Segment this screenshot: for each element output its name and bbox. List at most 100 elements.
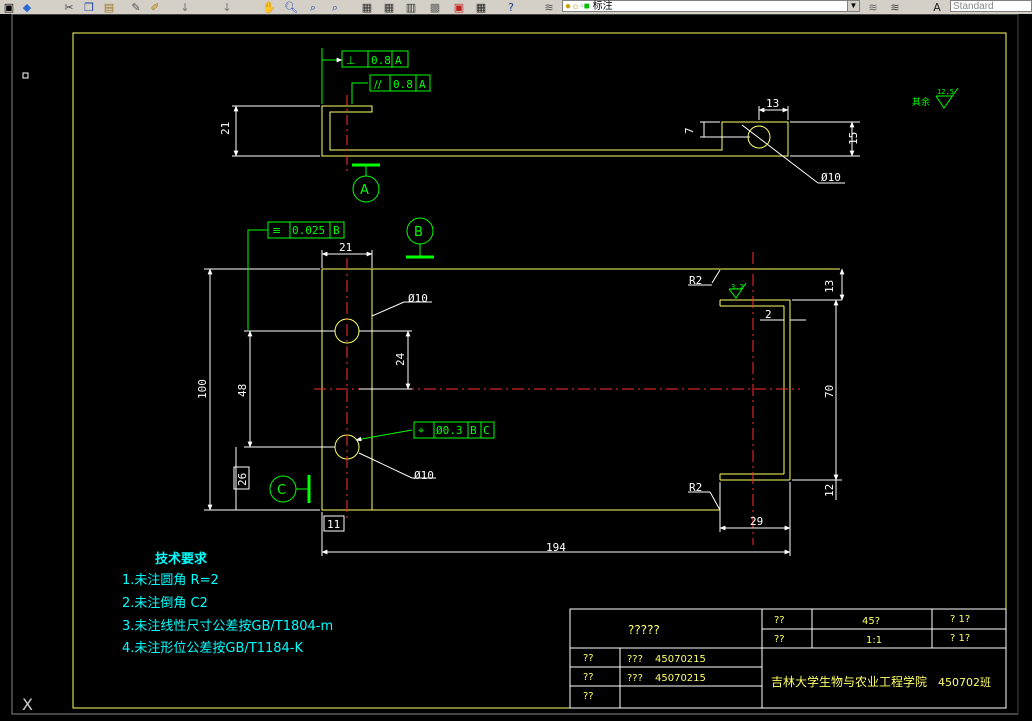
zoom-previous-icon[interactable]: ⌕ (326, 0, 344, 14)
note-line-2: 2.未注倒角 C2 (122, 596, 208, 611)
tb-r2-value: 1:1 (866, 635, 882, 646)
chevron-down-icon[interactable]: ▼ (847, 1, 859, 11)
tol-pos-datum1: B (470, 424, 477, 437)
tb-row-c-label: ?? (583, 691, 594, 702)
layer-previous-icon[interactable]: ≋ (886, 0, 904, 14)
dim-hole-top-text: Ø10 (408, 292, 428, 305)
tb-part-name: ????? (628, 623, 660, 637)
tool-palettes-icon[interactable]: ▥ (402, 0, 420, 14)
tb-r1-label: ?? (774, 615, 785, 626)
tol1-datum: A (395, 54, 402, 67)
front-centerlines (314, 252, 800, 545)
top-view-dims (232, 105, 860, 184)
top-view (321, 105, 789, 157)
hole-dia-text: Ø10 (821, 171, 841, 184)
markup-icon[interactable]: ▣ (450, 0, 468, 14)
undo-icon[interactable]: ↓ (176, 0, 194, 14)
ucs-icon: X (22, 695, 33, 714)
open-icon[interactable]: ◆ (18, 0, 36, 14)
dim-hole-bottom-text: Ø10 (414, 469, 434, 482)
r-bottom-text: R2 (689, 481, 702, 494)
note-line-3: 3.未注线性尺寸公差按GB/T1804-m (122, 619, 333, 634)
drawing-canvas[interactable]: X 21 7 13 15 Ø10 ⊥ 0.8 A // 0.8 A A 其余 1… (0, 14, 1032, 721)
standard-toolbar: ▣ ◆ ✂ ❐ ▤ ✎ ✐ ↓ ↓ ✋ 🔍︎ ⌕ ⌕ ▦ ▦ ▥ ▩ ▣ ▦ ?… (0, 0, 1032, 15)
zoom-window-icon[interactable]: ⌕ (304, 0, 322, 14)
top-view-hole (747, 125, 771, 149)
dim-hole-offset-text: 7 (683, 127, 696, 134)
tol2-value: 0.8 (393, 78, 413, 91)
tb-r1-right: ? 1? (950, 614, 970, 625)
tb-row-a-name: ??? (627, 654, 643, 665)
sheet-set-icon[interactable]: ▩ (426, 0, 444, 14)
dim-194-text: 194 (546, 541, 566, 554)
match-properties-icon[interactable]: ✎ (127, 0, 145, 14)
tol-sym-value: 0.025 (292, 224, 325, 237)
pan-icon[interactable]: ✋ (260, 0, 278, 14)
dim-12-text: 12 (823, 484, 836, 497)
roughness-label: 其余 (912, 96, 930, 108)
cut-icon[interactable]: ✂ (60, 0, 78, 14)
redo-icon[interactable]: ↓ (218, 0, 236, 14)
tb-row-b-id: 45070215 (655, 673, 706, 684)
dim-13-text: 13 (823, 280, 836, 293)
datum-c-label: C (277, 483, 286, 498)
copy-icon[interactable]: ❐ (80, 0, 98, 14)
tol1-value: 0.8 (371, 54, 391, 67)
tb-row-a-id: 45070215 (655, 654, 706, 665)
tb-class: 450702班 (938, 676, 991, 689)
text-style-name: Standard (953, 1, 994, 12)
tb-row-b-name: ??? (627, 673, 643, 684)
text-style-dropdown[interactable]: Standard (950, 0, 1032, 12)
paste-icon[interactable]: ▤ (100, 0, 118, 14)
zoom-realtime-icon[interactable]: 🔍︎ (282, 0, 300, 14)
dim-70-text: 70 (823, 385, 836, 398)
dim-100-text: 100 (196, 379, 209, 399)
note-line-1: 1.未注圆角 R=2 (122, 573, 219, 588)
sun-icon: ☼ (571, 1, 581, 12)
r-top-text: R2 (689, 274, 702, 287)
tb-r2-right: ? 1? (950, 633, 970, 644)
properties-icon[interactable]: ▦ (358, 0, 376, 14)
datum-b-label: B (414, 225, 423, 240)
help-icon[interactable]: ? (502, 0, 520, 14)
dim-26-text: 26 (236, 473, 249, 486)
tol-sym-symbol: ≡ (272, 224, 281, 237)
tb-r2-label: ?? (774, 634, 785, 645)
dim-29-text: 29 (750, 515, 763, 528)
dim-height-text: 21 (219, 122, 232, 135)
design-center-icon[interactable]: ▦ (380, 0, 398, 14)
dim-2-text: 2 (765, 308, 772, 321)
tol2-symbol: // (374, 78, 382, 91)
datum-a-label: A (360, 183, 369, 198)
layer-name: 标注 (592, 1, 613, 12)
grip-marker (22, 72, 29, 79)
dim-24-text: 24 (394, 352, 407, 366)
calculator-icon[interactable]: ▦ (472, 0, 490, 14)
dim-11-text: 11 (327, 518, 340, 531)
dim-right-height-text: 15 (847, 132, 860, 145)
tol2-datum: A (419, 78, 426, 91)
tol1-symbol: ⊥ (346, 54, 356, 67)
dim-48-text: 48 (236, 384, 249, 397)
sheet-border (72, 32, 1007, 709)
tol-pos-symbol: ⌖ (418, 424, 424, 437)
tb-school: 吉林大学生物与农业工程学院 (771, 674, 927, 689)
tolerance-symmetry (247, 221, 345, 330)
roughness-small-value: 3.2 (731, 283, 744, 291)
tb-r1-value: 45? (862, 616, 880, 627)
tb-row-b-label: ?? (583, 672, 594, 683)
layer-dropdown[interactable]: ●☼▫■ 标注 ▼ (562, 0, 860, 12)
tol-sym-datum: B (333, 224, 340, 237)
dim-21-text: 21 (339, 241, 352, 254)
tol-pos-datum2: C (483, 424, 490, 437)
cad-drawing: X 21 7 13 15 Ø10 ⊥ 0.8 A // 0.8 A A 其余 1… (11, 14, 1019, 715)
new-icon[interactable]: ▣ (0, 0, 18, 14)
layer-state-icon[interactable]: ≋ (864, 0, 882, 14)
text-style-icon[interactable]: A (928, 0, 946, 14)
datum-c-symbol (269, 475, 311, 503)
dim-width-text: 13 (766, 97, 779, 110)
layer-manager-icon[interactable]: ≋ (540, 0, 558, 14)
note-line-4: 4.未注形位公差按GB/T1184-K (122, 641, 303, 656)
brush-icon[interactable]: ✐ (146, 0, 164, 14)
tb-row-a-label: ?? (583, 653, 594, 664)
